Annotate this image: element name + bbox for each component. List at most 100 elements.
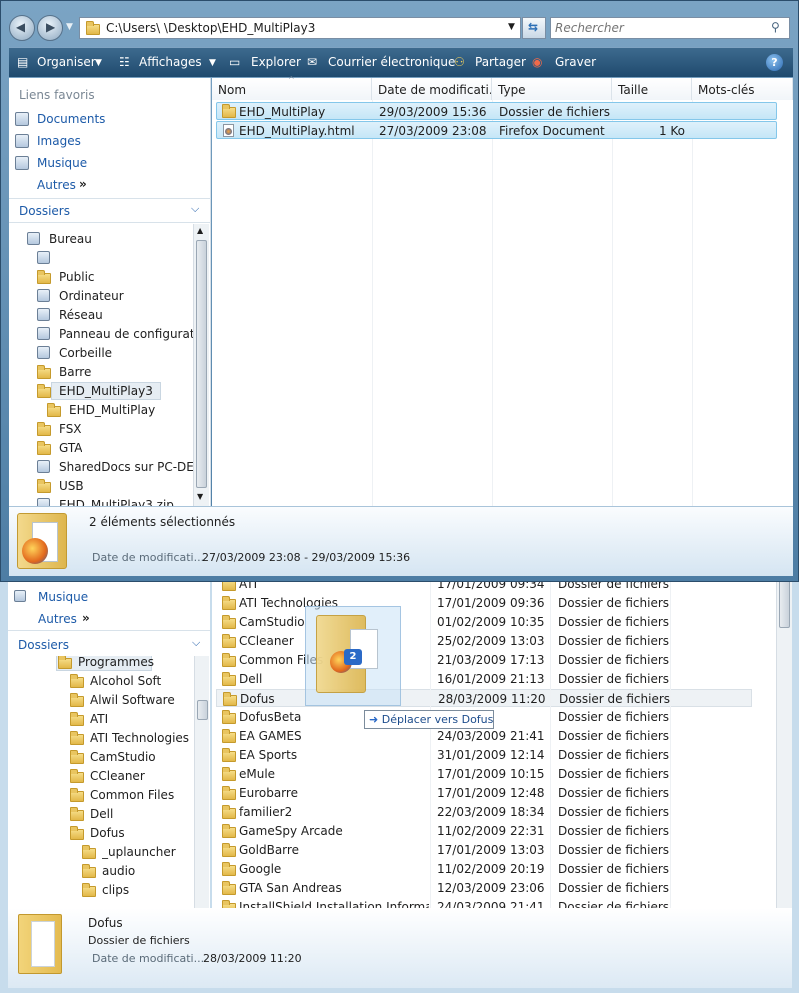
table-row[interactable]: familier2 22/03/2009 18:34 Dossier de fich… [216,803,752,821]
address-bar[interactable]: C:\Users\ \Desktop\EHD_MultiPlay3 ▼ [79,17,521,39]
tree-item-label: Ordinateur [59,289,124,303]
chevron-down-icon[interactable]: ⌵ [191,202,199,216]
folder-icon [37,384,51,398]
chevron-down-icon[interactable]: ⌵ [192,636,200,650]
file-type: Dossier de fichiers [558,786,670,800]
chevron-down-icon[interactable]: ▼ [95,58,102,68]
tree-item-label[interactable]: CCleaner [90,769,145,783]
favorite-musique[interactable]: Musique [37,156,87,170]
scroll-up-arrow[interactable]: ▲ [197,226,203,235]
tree-item-label[interactable]: Programmes [78,656,154,669]
w2-details-title: Dofus [88,916,123,930]
table-row[interactable]: EA GAMES 24/03/2009 21:41 Dossier de fichi… [216,727,752,745]
explorer-button[interactable]: Explorer [251,55,301,69]
address-dropdown-icon[interactable]: ▼ [508,22,515,32]
chevron-right-icon[interactable]: » [82,611,90,625]
folders-header[interactable]: Dossiers [19,204,70,218]
table-row[interactable]: GameSpy Arcade 11/02/2009 22:31 Dossier de… [216,822,752,840]
favorite-images[interactable]: Images [37,134,81,148]
control-panel-icon [37,327,50,340]
table-row[interactable]: Eurobarre 17/01/2009 12:48 Dossier de fich… [216,784,752,802]
recycle-bin-icon [37,346,50,359]
burn-disc-icon: ◉ [532,55,543,69]
w2-list-scrollbar[interactable] [776,578,792,908]
chevron-right-icon[interactable]: » [79,177,87,191]
file-name: Eurobarre [239,786,298,800]
favorite-documents[interactable]: Documents [37,112,105,126]
table-row[interactable]: InstallShield Installation Informati... 2… [216,898,752,908]
w2-favorite-musique[interactable]: Musique [38,590,88,604]
tree-item-label[interactable]: ATI Technologies [90,731,189,745]
burn-button[interactable]: Graver [555,55,596,69]
scrollbar-thumb[interactable] [779,580,790,628]
table-row[interactable]: EA Sports 31/01/2009 12:14 Dossier de fich… [216,746,752,764]
file-date: 11/02/2009 22:31 [437,824,545,838]
w2-details-date-label: Date de modificati... [92,952,205,965]
file-row[interactable]: EHD_MultiPlay 29/03/2009 15:36 Dossier d… [216,102,777,120]
table-row[interactable]: GoldBarre 17/01/2009 13:03 Dossier de fich… [216,841,752,859]
folder-icon [82,864,96,878]
recent-pages-dropdown[interactable]: ▼ [66,22,73,32]
tree-item-label[interactable]: Dell [90,807,113,821]
chevron-down-icon[interactable]: ▼ [209,58,216,68]
views-icon: ☷ [119,55,130,69]
table-row[interactable]: ATI Technologies 17/01/2009 09:36 Dossier … [216,594,752,612]
table-row[interactable]: CamStudio 01/02/2009 10:35 Dossier de fich… [216,613,752,631]
tree-item-label[interactable]: ATI [90,712,108,726]
share-button[interactable]: Partager [475,55,526,69]
column-divider [430,578,431,908]
details-pane: 2 éléments sélectionnés Date de modifica… [9,506,793,576]
tree-item-label: Bureau [49,232,92,246]
help-icon[interactable]: ? [766,54,783,71]
back-button[interactable]: ◀ [9,15,35,41]
table-row[interactable]: Dell 16/01/2009 21:13 Dossier de fichiers [216,670,752,688]
scrollbar-thumb[interactable] [196,240,207,488]
table-row[interactable]: CCleaner 25/02/2009 13:03 Dossier de fichi… [216,632,752,650]
file-type: Dossier de fichiers [558,596,670,610]
scroll-down-arrow[interactable]: ▼ [197,492,203,501]
column-header-date[interactable]: Date de modificati... [372,78,492,100]
table-row[interactable]: GTA San Andreas 12/03/2009 23:06 Dossier d… [216,879,752,897]
file-type: Dossier de fichiers [558,862,670,876]
tree-item-label[interactable]: audio [102,864,135,878]
column-header-keywords[interactable]: Mots-clés [692,78,793,100]
w2-more-links[interactable]: Autres [38,612,77,626]
tree-item-label[interactable]: Dofus [90,826,125,840]
tree-item-label[interactable]: _uplauncher [102,845,176,859]
search-input[interactable] [555,20,760,36]
address-path[interactable]: C:\Users\ \Desktop\EHD_MultiPlay3 [106,21,315,35]
w2-folders-header[interactable]: Dossiers [18,638,69,652]
email-button[interactable]: Courrier électronique [328,55,455,69]
table-row[interactable]: eMule 17/01/2009 10:15 Dossier de fichiers [216,765,752,783]
file-row[interactable]: EHD_MultiPlay.html 27/03/2009 23:08 Fire… [216,121,777,139]
table-row[interactable]: Google 11/02/2009 20:19 Dossier de fichier… [216,860,752,878]
tree-item-label[interactable]: CamStudio [90,750,156,764]
table-row[interactable]: Common Files 21/03/2009 17:13 Dossier de f… [216,651,752,669]
file-date: 21/03/2009 17:13 [437,653,545,667]
file-name: eMule [239,767,276,781]
tree-item-label[interactable]: Common Files [90,788,174,802]
forward-button[interactable]: ▶ [37,15,63,41]
tree-item-label[interactable]: Alwil Software [90,693,175,707]
tree-item-label[interactable]: clips [102,883,129,897]
tree-item-label: EHD_MultiPlay [69,403,156,417]
search-box[interactable]: ⚲ [550,17,790,39]
tree-scrollbar[interactable]: ▲ ▼ [193,224,209,506]
more-links[interactable]: Autres [37,178,76,192]
affichages-button[interactable]: Affichages [139,55,202,69]
folder-icon [47,403,61,417]
search-icon[interactable]: ⚲ [771,20,780,34]
organiser-button[interactable]: Organiser [37,55,96,69]
tree-item-label[interactable]: Alcohol Soft [90,674,161,688]
column-header-type[interactable]: Type [492,78,612,100]
column-header-size[interactable]: Taille [612,78,692,100]
folder-icon [82,883,96,897]
refresh-button[interactable]: ⇆ [522,17,546,39]
folder-icon [70,788,84,802]
w2-tree-scrollbar[interactable] [194,656,209,908]
scrollbar-thumb[interactable] [197,700,208,720]
tree-item-label: Réseau [59,308,103,322]
shortcut-icon [37,460,50,473]
table-row[interactable]: Dofus 28/03/2009 11:20 Dossier de fichiers [216,689,752,707]
music-icon [14,590,26,602]
